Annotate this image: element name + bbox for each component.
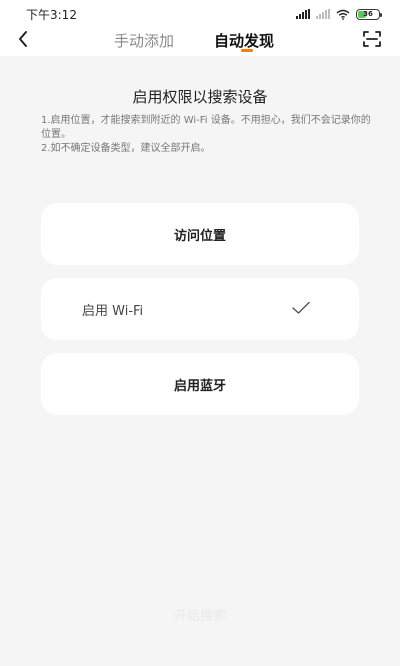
description-device-type: 2.如不确定设备类型，建议全部开启。 [41,143,211,154]
battery-icon: 36 [356,8,382,20]
tab-active-indicator [241,49,253,52]
status-bar: 下午3:12 36 [0,0,400,28]
start-search-button[interactable]: 开始搜索 [0,605,400,624]
enable-bluetooth-label: 启用蓝牙 [173,378,226,394]
access-location-button[interactable]: 访问位置 [41,203,359,265]
tab-auto-discover[interactable]: 自动发现 [214,30,274,51]
status-time: 下午3:12 [26,8,77,22]
chevron-left-icon [19,31,27,47]
status-icons: 36 [296,8,382,20]
description-location: 1.启用位置，才能搜索到附近的 Wi-Fi 设备。不用担心，我们不会记录你的位置… [41,115,371,140]
signal-icon [296,9,310,19]
wifi-icon [336,9,350,20]
signal-secondary-icon [316,9,330,19]
check-icon [292,301,310,314]
scan-button[interactable] [360,28,384,50]
scan-icon [363,31,381,47]
enable-wifi-button[interactable]: 启用 Wi-Fi [41,278,359,340]
enable-bluetooth-button[interactable]: 启用蓝牙 [41,353,359,415]
battery-text: 36 [363,10,373,18]
header: 手动添加 自动发现 [0,28,400,56]
access-location-label: 访问位置 [173,228,226,244]
page-title: 启用权限以搜索设备 [132,88,268,106]
back-button[interactable] [12,28,34,50]
tab-manual-add[interactable]: 手动添加 [114,30,174,51]
enable-wifi-label: 启用 Wi-Fi [82,303,144,319]
